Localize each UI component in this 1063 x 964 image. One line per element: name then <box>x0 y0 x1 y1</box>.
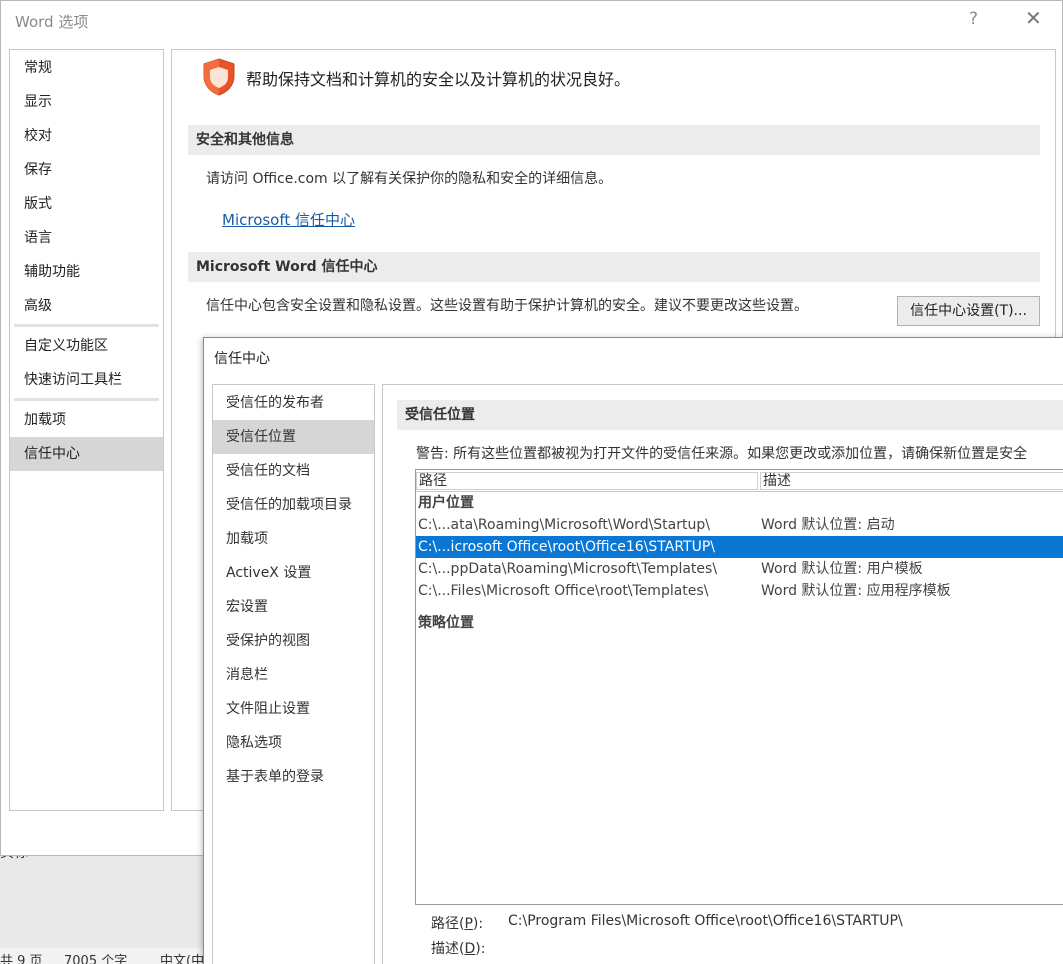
detail-path: 路径(P): C:\Program Files\Microsoft Office… <box>431 913 903 933</box>
row-description: Word 默认位置: 应用程序模板 <box>761 583 951 599</box>
section-header-security-info: 安全和其他信息 <box>188 125 1040 155</box>
status-word-count[interactable]: 7005 个字 <box>64 950 127 964</box>
status-bar: 共 9 页 7005 个字 中文(中 <box>0 948 205 964</box>
nav-item-accessibility[interactable]: 辅助功能 <box>10 255 163 289</box>
column-header-description[interactable]: 描述 <box>760 472 1063 490</box>
status-page-count[interactable]: 共 9 页 <box>0 950 43 964</box>
tc-nav-message-bar[interactable]: 消息栏 <box>213 658 374 692</box>
nav-divider <box>14 324 159 327</box>
column-header-path[interactable]: 路径 <box>416 472 758 490</box>
close-icon[interactable]: ✕ <box>1025 6 1042 30</box>
detail-description-label: 描述(D): <box>431 941 486 957</box>
nav-item-language[interactable]: 语言 <box>10 221 163 255</box>
section-header-trusted-locations: 受信任位置 <box>397 400 1063 430</box>
nav-item-display[interactable]: 显示 <box>10 85 163 119</box>
trust-center-settings-button[interactable]: 信任中心设置(T)... <box>897 296 1040 326</box>
nav-item-quick-access-toolbar[interactable]: 快速访问工具栏 <box>10 363 163 397</box>
table-row[interactable]: C:\...ata\Roaming\Microsoft\Word\Startup… <box>416 514 1063 536</box>
trusted-locations-list[interactable]: 路径 描述 用户位置 C:\...ata\Roaming\Microsoft\W… <box>415 469 1063 905</box>
detail-path-label: 路径(P): <box>431 916 484 932</box>
nav-divider <box>14 398 159 401</box>
tc-nav-add-ins[interactable]: 加载项 <box>213 522 374 556</box>
row-path: C:\...icrosoft Office\root\Office16\STAR… <box>418 539 716 555</box>
trust-center-nav: 受信任的发布者 受信任位置 受信任的文档 受信任的加载项目录 加载项 Activ… <box>212 384 375 964</box>
tc-nav-activex-settings[interactable]: ActiveX 设置 <box>213 556 374 590</box>
tc-nav-privacy-options[interactable]: 隐私选项 <box>213 726 374 760</box>
row-path: C:\...ata\Roaming\Microsoft\Word\Startup… <box>418 517 710 533</box>
trust-center-content: 受信任位置 警告: 所有这些位置都被视为打开文件的受信任来源。如果您更改或添加位… <box>382 384 1063 964</box>
detail-description: 描述(D): <box>431 938 485 958</box>
table-row[interactable]: C:\...Files\Microsoft Office\root\Templa… <box>416 580 1063 602</box>
tc-nav-trusted-documents[interactable]: 受信任的文档 <box>213 454 374 488</box>
tc-nav-protected-view[interactable]: 受保护的视图 <box>213 624 374 658</box>
nav-item-proofing[interactable]: 校对 <box>10 119 163 153</box>
tc-nav-trusted-addin-catalogs[interactable]: 受信任的加载项目录 <box>213 488 374 522</box>
nav-item-general[interactable]: 常规 <box>10 51 163 85</box>
list-header: 路径 描述 <box>416 470 1063 492</box>
trusted-locations-warning: 警告: 所有这些位置都被视为打开文件的受信任来源。如果您更改或添加位置，请确保新… <box>416 446 1028 462</box>
document-area <box>0 855 205 950</box>
nav-item-save[interactable]: 保存 <box>10 153 163 187</box>
nav-item-add-ins[interactable]: 加载项 <box>10 403 163 437</box>
help-icon[interactable]: ? <box>969 9 978 29</box>
nav-item-advanced[interactable]: 高级 <box>10 289 163 323</box>
tc-nav-macro-settings[interactable]: 宏设置 <box>213 590 374 624</box>
nav-item-customize-ribbon[interactable]: 自定义功能区 <box>10 329 163 363</box>
row-description: Word 默认位置: 启动 <box>761 517 895 533</box>
status-language[interactable]: 中文(中 <box>160 950 204 964</box>
page-headline: 帮助保持文档和计算机的安全以及计算机的状况良好。 <box>246 70 631 89</box>
trust-center-text: 信任中心包含安全设置和隐私设置。这些设置有助于保护计算机的安全。建议不要更改这些… <box>206 298 808 314</box>
row-path: C:\...ppData\Roaming\Microsoft\Templates… <box>418 561 718 577</box>
tc-nav-form-based-signin[interactable]: 基于表单的登录 <box>213 760 374 794</box>
row-path: C:\...Files\Microsoft Office\root\Templa… <box>418 583 709 599</box>
nav-item-trust-center[interactable]: 信任中心 <box>10 437 163 471</box>
tc-nav-trusted-locations[interactable]: 受信任位置 <box>213 420 374 454</box>
shield-icon <box>203 58 235 96</box>
tc-nav-file-block-settings[interactable]: 文件阻止设置 <box>213 692 374 726</box>
tc-nav-trusted-publishers[interactable]: 受信任的发布者 <box>213 386 374 420</box>
security-info-text: 请访问 Office.com 以了解有关保护你的隐私和安全的详细信息。 <box>206 171 613 187</box>
trust-center-window: 信任中心 受信任的发布者 受信任位置 受信任的文档 受信任的加载项目录 加载项 … <box>203 337 1063 964</box>
group-user-locations: 用户位置 <box>418 495 474 511</box>
nav-item-layout[interactable]: 版式 <box>10 187 163 221</box>
window-title: Word 选项 <box>15 13 89 31</box>
group-policy-locations: 策略位置 <box>418 615 474 631</box>
section-header-word-trust-center: Microsoft Word 信任中心 <box>188 252 1040 282</box>
options-nav: 常规 显示 校对 保存 版式 语言 辅助功能 高级 自定义功能区 快速访问工具栏… <box>9 49 164 811</box>
trust-center-title: 信任中心 <box>214 351 270 367</box>
table-row-selected[interactable]: C:\...icrosoft Office\root\Office16\STAR… <box>416 536 1063 558</box>
microsoft-trust-center-link[interactable]: Microsoft 信任中心 <box>222 209 355 230</box>
table-row[interactable]: C:\...ppData\Roaming\Microsoft\Templates… <box>416 558 1063 580</box>
detail-path-value: C:\Program Files\Microsoft Office\root\O… <box>508 913 903 929</box>
row-description: Word 默认位置: 用户模板 <box>761 561 923 577</box>
